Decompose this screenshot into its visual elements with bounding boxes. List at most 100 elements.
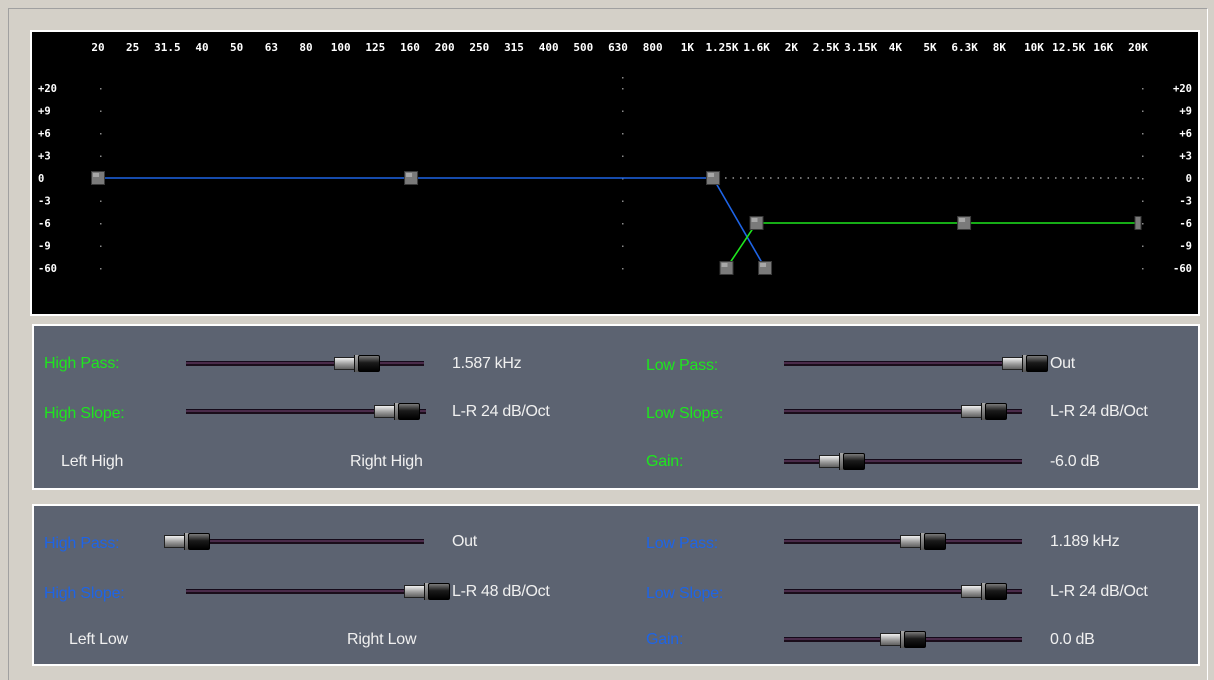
crossover-window: 20 25 31.5 40 50 63 80 100 125 160 200 250 315 400 500… [0, 0, 1214, 680]
slider-thumb[interactable] [164, 533, 210, 550]
db-tick-label-right: +3 [1179, 151, 1192, 163]
grid-dot [622, 155, 624, 157]
grid-dot [1142, 245, 1144, 247]
frequency-tick-label: 2K [785, 41, 799, 54]
low-section-low-pass-slider[interactable] [784, 532, 1022, 552]
db-tick-label-left: +9 [38, 106, 51, 118]
low-section-gain-slider[interactable] [784, 630, 1022, 650]
frequency-response-graph[interactable]: 20 25 31.5 40 50 63 80 100 125 160 200 250 315 400 500… [30, 30, 1200, 316]
frequency-tick-label: 315 [504, 41, 524, 54]
frequency-tick-label: 4K [889, 41, 903, 54]
high-section-high-pass-slider[interactable] [186, 354, 424, 374]
db-tick-label-left: +20 [38, 83, 57, 95]
slider-thumb[interactable] [900, 533, 947, 550]
frequency-tick-label: 40 [195, 41, 208, 54]
grid-dot [1142, 223, 1144, 225]
high-section-low-pass-value: Out [1050, 355, 1075, 372]
frequency-tick-label: 100 [331, 41, 351, 54]
db-tick-label-right: -60 [1173, 263, 1192, 275]
frequency-tick-label: 10K [1024, 41, 1044, 54]
slider-thumb[interactable] [1002, 355, 1048, 372]
grid-dot [1142, 110, 1144, 112]
low-section-high-pass-handle-highlight [93, 173, 99, 177]
db-tick-label-left: -9 [38, 241, 51, 253]
high-section-low-pass-slider[interactable] [784, 354, 1048, 374]
grid-dot [1142, 133, 1144, 135]
high-section-gain-label: Gain: [646, 453, 684, 470]
high-section-high-slope-label: High Slope: [44, 405, 125, 422]
db-tick-label-left: 0 [38, 173, 44, 185]
graph-canvas[interactable]: 20 25 31.5 40 50 63 80 100 125 160 200 250 315 400 500… [32, 32, 1198, 314]
low-section-low-pass-value: 1.189 kHz [1050, 533, 1120, 550]
high-section-high-pass-value: 1.587 kHz [452, 355, 522, 372]
slider-thumb[interactable] [404, 583, 450, 600]
grid-dot [622, 200, 624, 202]
slider-thumb[interactable] [960, 403, 1007, 420]
frequency-tick-label: 500 [573, 41, 593, 54]
grid-dot [1142, 200, 1144, 202]
grid-dot [622, 88, 624, 90]
frequency-tick-label: 8K [993, 41, 1007, 54]
grid-dot [622, 110, 624, 112]
high-section-gain-value: -6.0 dB [1050, 453, 1100, 470]
db-tick-label-left: +6 [38, 128, 51, 140]
grid-dot [1142, 88, 1144, 90]
right-low-label: Right Low [347, 631, 417, 648]
db-tick-label-right: 0 [1186, 173, 1192, 185]
db-tick-label-right: -3 [1179, 196, 1192, 208]
frequency-tick-label: 5K [923, 41, 937, 54]
frequency-tick-label: 400 [539, 41, 559, 54]
low-section-low-slope-slider[interactable] [784, 582, 1022, 602]
grid-dot [100, 155, 102, 157]
frequency-tick-label: 160 [400, 41, 420, 54]
low-section-gain-handle-highlight [406, 173, 413, 177]
grid-dot [622, 245, 624, 247]
high-section-gain-slider[interactable] [784, 452, 1022, 472]
grid-dot [622, 268, 624, 270]
frequency-tick-label: 25 [126, 41, 139, 54]
db-tick-label-left: -60 [38, 263, 57, 275]
low-section-high-slope-value: L-R 48 dB/Oct [452, 583, 550, 600]
frequency-tick-label: 125 [365, 41, 385, 54]
grid-dot [1142, 155, 1144, 157]
slider-thumb[interactable] [334, 355, 381, 372]
high-section-low-pass-label: Low Pass: [646, 357, 719, 374]
low-section-panel: High Pass: Out High Slope: L-R 48 dB/Oct… [32, 504, 1200, 666]
frequency-tick-label: 31.5 [154, 41, 181, 54]
grid-dot [100, 268, 102, 270]
low-section-high-pass-slider[interactable] [164, 532, 424, 552]
frequency-tick-label: 20 [91, 41, 104, 54]
slider-thumb[interactable] [374, 403, 421, 420]
high-section-low-slope-slider[interactable] [784, 402, 1022, 422]
frequency-tick-label: 50 [230, 41, 243, 54]
db-tick-label-left: +3 [38, 151, 51, 163]
grid-dot [100, 200, 102, 202]
high-section-low-slope-value: L-R 24 dB/Oct [1050, 403, 1148, 420]
high-section-low-pass-handle[interactable] [1134, 216, 1142, 230]
frequency-tick-label: 800 [643, 41, 663, 54]
db-tick-label-right: +9 [1179, 106, 1192, 118]
low-section-low-slope-value: L-R 24 dB/Oct [1050, 583, 1148, 600]
slider-thumb[interactable] [960, 583, 1007, 600]
frequency-tick-label: 1.6K [743, 41, 770, 54]
high-section-high-slope-value: L-R 24 dB/Oct [452, 403, 550, 420]
frequency-tick-label: 200 [435, 41, 455, 54]
high-section-gain-handle-highlight [959, 218, 966, 222]
frequency-tick-label: 2.5K [813, 41, 840, 54]
low-section-high-slope-slider[interactable] [186, 582, 450, 602]
slider-thumb[interactable] [880, 631, 926, 648]
db-tick-label-right: -9 [1179, 241, 1192, 253]
grid-dot [622, 223, 624, 225]
frequency-tick-label: 63 [265, 41, 278, 54]
high-section-high-slope-slider[interactable] [186, 402, 426, 422]
db-tick-label-left: -3 [38, 196, 51, 208]
slider-thumb[interactable] [819, 453, 866, 470]
low-section-response-curve [98, 177, 766, 269]
high-section-high-pass-handle-highlight [751, 218, 758, 222]
grid-dot [622, 133, 624, 135]
db-tick-label-right: +20 [1173, 83, 1192, 95]
low-section-gain-value: 0.0 dB [1050, 631, 1095, 648]
frequency-tick-label: 1.25K [705, 41, 738, 54]
grid-dot [1142, 178, 1144, 180]
high-section-high-slope-handle-highlight [721, 263, 728, 267]
